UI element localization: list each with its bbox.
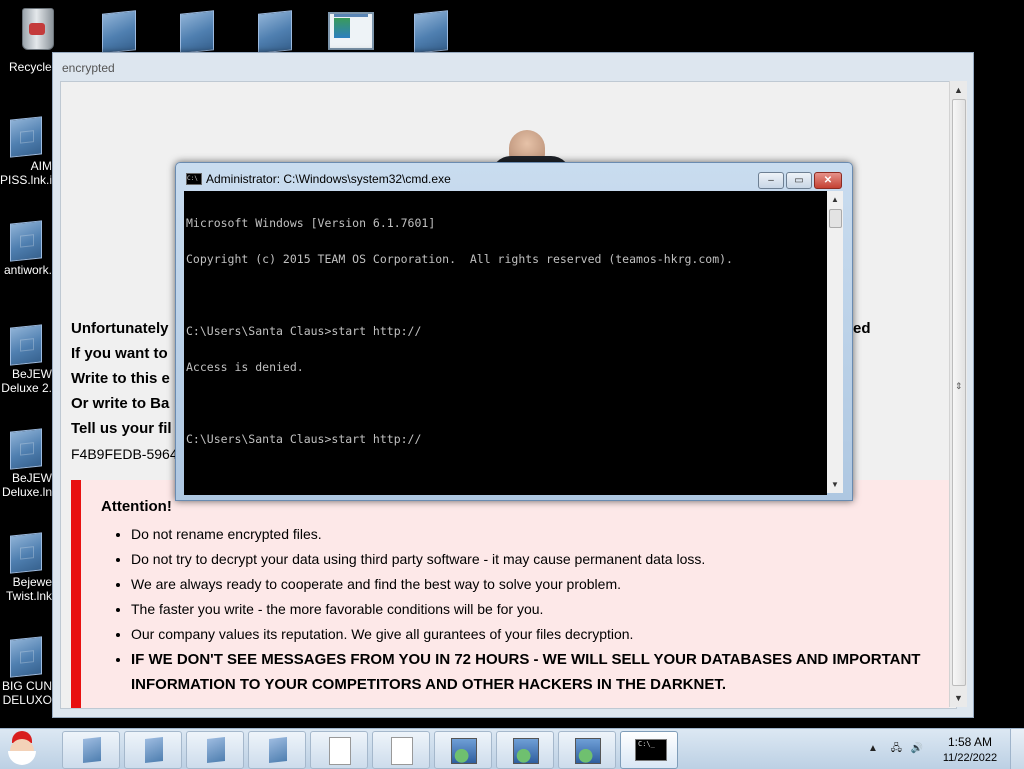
taskbar-button[interactable]: [372, 731, 430, 769]
desktop-icon-label: BeJEW Deluxe 2.: [1, 367, 52, 395]
scroll-grip-icon: ⇕: [955, 381, 963, 391]
message-line: Unfortunately: [71, 320, 169, 337]
setup-icon: [451, 738, 477, 764]
ransom-window-scrollbar[interactable]: ▲ ⇕ ▼: [949, 81, 967, 707]
desktop-icon-bejeweled-twist[interactable]: Bejewe Twist.lnk: [0, 532, 52, 603]
setup-icon: [513, 738, 539, 764]
desktop-icon-bejeweled-deluxe-2[interactable]: BeJEW Deluxe 2.: [0, 324, 52, 395]
show-hidden-icons-icon[interactable]: ▲: [868, 743, 878, 754]
taskbar-button[interactable]: [434, 731, 492, 769]
cmd-app-icon: C:\: [186, 173, 202, 185]
scroll-up-arrow-icon[interactable]: ▲: [954, 85, 963, 95]
message-line: If you want to: [71, 345, 168, 362]
attention-item: Do not try to decrypt your data using th…: [131, 547, 956, 572]
window-title: encrypted: [62, 61, 115, 75]
desktop-window-app-icon[interactable]: [328, 12, 374, 50]
taskbar-button[interactable]: [558, 731, 616, 769]
attention-heading: Attention!: [101, 498, 172, 515]
close-button[interactable]: ✕: [814, 172, 842, 189]
attention-item: Our company values its reputation. We gi…: [131, 622, 956, 647]
clock-time: 1:58 AM: [947, 735, 993, 749]
cmd-title-bar[interactable]: C:\ Administrator: C:\Windows\system32\c…: [176, 163, 852, 189]
shortcut-icon: [10, 116, 42, 158]
document-icon: [391, 737, 413, 765]
scrollbar-thumb[interactable]: [952, 99, 966, 686]
message-line: Tell us your fil: [71, 420, 172, 437]
show-desktop-button[interactable]: [1010, 729, 1024, 769]
attention-item: The faster you write - the more favorabl…: [131, 597, 956, 622]
desktop-icon-label: antiwork.: [3, 263, 52, 277]
taskbar-button[interactable]: [186, 731, 244, 769]
desktop-shortcut-icon[interactable]: [414, 10, 448, 54]
cmd-scrollbar[interactable]: ▲ ▼: [827, 191, 843, 493]
setup-icon: [575, 738, 601, 764]
maximize-button[interactable]: ▭: [786, 172, 812, 189]
console-icon: C:\_: [635, 739, 667, 761]
desktop-icon-antiwork[interactable]: antiwork.: [0, 220, 52, 277]
clock[interactable]: 1:58 AM 11/22/2022: [940, 734, 1000, 766]
taskbar-button[interactable]: [124, 731, 182, 769]
shortcut-icon: [10, 636, 42, 678]
desktop-shortcut-icon[interactable]: [258, 10, 292, 54]
volume-icon[interactable]: 🔊: [911, 743, 923, 754]
message-line-tail: ed: [853, 320, 871, 337]
victim-id: F4B9FEDB-5964: [71, 446, 178, 462]
clock-date: 11/22/2022: [942, 752, 998, 764]
cmd-window[interactable]: C:\ Administrator: C:\Windows\system32\c…: [175, 162, 853, 501]
taskbar-button[interactable]: [62, 731, 120, 769]
shortcut-icon: [269, 737, 287, 763]
shortcut-icon: [83, 737, 101, 763]
desktop-icon-label: BIG CUN DELUXO: [1, 679, 52, 707]
attention-item-warning: IF WE DON'T SEE MESSAGES FROM YOU IN 72 …: [131, 647, 956, 697]
desktop-shortcut-icon[interactable]: [180, 10, 214, 54]
console-output[interactable]: Microsoft Windows [Version 6.1.7601] Cop…: [184, 191, 827, 495]
shortcut-icon: [10, 428, 42, 470]
attention-box: Attention! Do not rename encrypted files…: [71, 480, 949, 708]
desktop-icon-big-deluxe[interactable]: BIG CUN DELUXO: [0, 636, 52, 707]
desktop-shortcut-icon[interactable]: [102, 10, 136, 54]
recycle-bin-label: Recycle: [9, 60, 52, 74]
scrollbar-thumb[interactable]: [829, 209, 842, 228]
message-line: Or write to Ba: [71, 395, 170, 412]
desktop-icon-label: BeJEW Deluxe.ln: [1, 471, 52, 499]
console-line: C:\Users\Santa Claus>start http://: [186, 432, 422, 446]
taskbar-button-cmd[interactable]: C:\_: [620, 731, 678, 769]
cmd-window-title: Administrator: C:\Windows\system32\cmd.e…: [206, 172, 451, 186]
attention-list: Do not rename encrypted files. Do not tr…: [101, 522, 956, 697]
desktop-icon-aim[interactable]: AIM PISS.lnk.i: [0, 116, 53, 187]
taskbar-button[interactable]: [310, 731, 368, 769]
console-line: C:\Users\Santa Claus>start http://: [186, 324, 422, 338]
console-line: Microsoft Windows [Version 6.1.7601]: [186, 216, 436, 230]
network-icon[interactable]: 🖧: [891, 743, 902, 754]
message-line: Write to this e: [71, 370, 170, 387]
scroll-down-arrow-icon[interactable]: ▼: [831, 480, 839, 489]
shortcut-icon: [207, 737, 225, 763]
taskbar-button[interactable]: [496, 731, 554, 769]
system-tray[interactable]: ▲ 🖧 🔊: [868, 741, 923, 758]
minimize-button[interactable]: –: [758, 172, 784, 189]
start-button[interactable]: [4, 731, 44, 767]
shortcut-icon: [10, 324, 42, 366]
console-line: Access is denied.: [186, 360, 304, 374]
recycle-bin-icon[interactable]: [18, 8, 58, 54]
document-icon: [329, 737, 351, 765]
santa-beard-icon: [8, 751, 36, 765]
shortcut-icon: [145, 737, 163, 763]
attention-item: We are always ready to cooperate and fin…: [131, 572, 956, 597]
shortcut-icon: [10, 220, 42, 262]
scroll-up-arrow-icon[interactable]: ▲: [831, 195, 839, 204]
desktop-icon-label: AIM PISS.lnk.i: [0, 159, 53, 187]
portrait-photo: [491, 130, 571, 164]
scroll-down-arrow-icon[interactable]: ▼: [954, 693, 963, 703]
desktop-icon-bejeweled-deluxe[interactable]: BeJEW Deluxe.ln: [0, 428, 52, 499]
shortcut-icon: [10, 532, 42, 574]
attention-item: Do not rename encrypted files.: [131, 522, 956, 547]
taskbar: C:\_ ▲ 🖧 🔊 1:58 AM 11/22/2022: [0, 728, 1024, 769]
desktop-icon-label: Bejewe Twist.lnk: [5, 575, 52, 603]
taskbar-button[interactable]: [248, 731, 306, 769]
console-line: Copyright (c) 2015 TEAM OS Corporation. …: [186, 252, 733, 266]
